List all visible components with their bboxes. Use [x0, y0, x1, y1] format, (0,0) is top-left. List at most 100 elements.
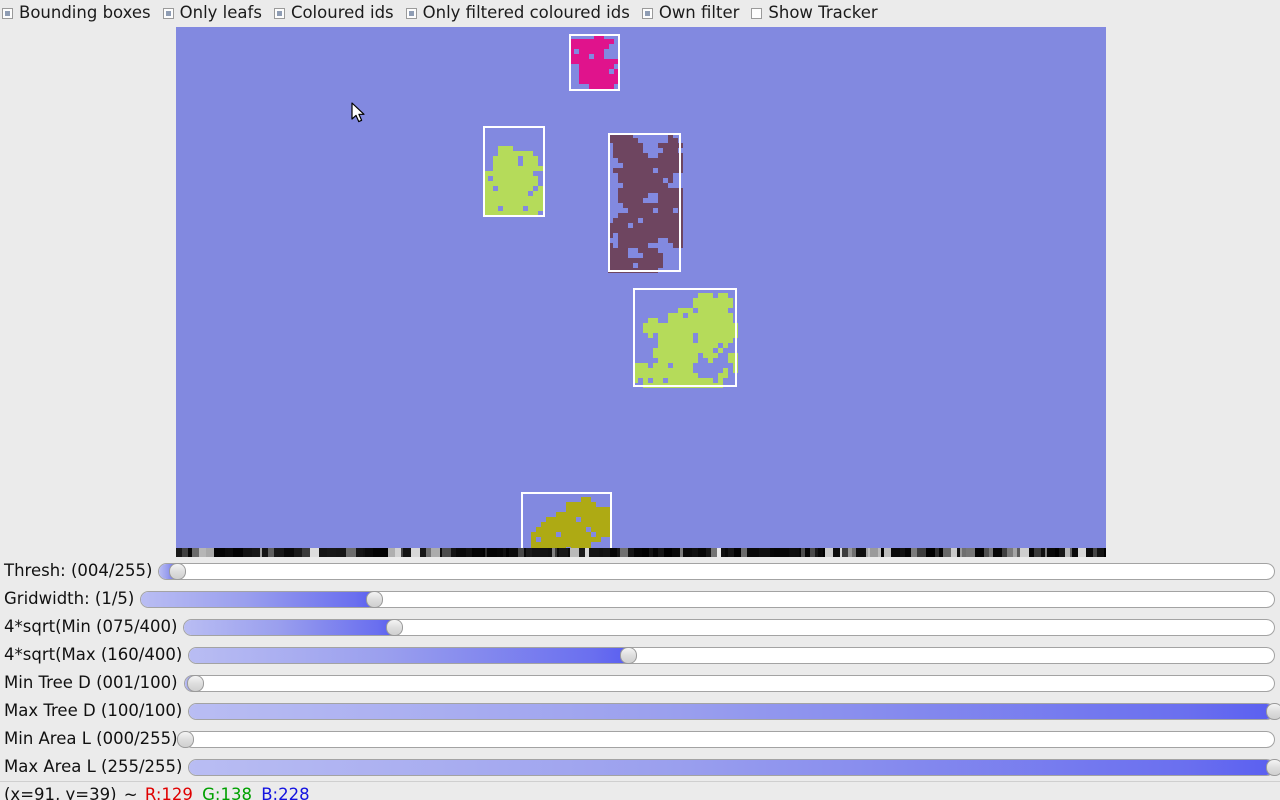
noise-segment	[388, 548, 395, 557]
noise-segment	[243, 548, 252, 557]
slider-gridwidth[interactable]	[140, 590, 1275, 608]
slider-min-tree-d[interactable]	[183, 674, 1275, 692]
noise-segment	[926, 548, 935, 557]
noise-segment	[252, 548, 260, 557]
slider-thumb[interactable]	[1266, 758, 1280, 776]
checkbox-label: Only leafs	[179, 3, 262, 23]
checkbox-show-tracker[interactable]: Show Tracker	[751, 0, 878, 27]
pixel-green-value: G:138	[202, 784, 252, 800]
slider-thumb[interactable]	[385, 618, 403, 636]
noise-segment	[884, 548, 891, 557]
checkbox-indicator-icon[interactable]	[162, 8, 174, 19]
noise-segment	[749, 548, 759, 557]
checkbox-indicator-icon[interactable]	[641, 8, 653, 19]
checkbox-own-filter[interactable]: Own filter	[641, 0, 740, 27]
slider-thumb[interactable]	[169, 562, 187, 580]
slider-max-tree-d[interactable]	[188, 702, 1280, 720]
noise-segment	[603, 548, 610, 557]
noise-segment	[943, 548, 951, 557]
slider-thresh[interactable]	[158, 562, 1275, 580]
slider-row-gridwidth: Gridwidth: (1/5)	[0, 585, 1280, 613]
noise-segment	[570, 548, 579, 557]
noise-segment	[1078, 548, 1086, 557]
noise-segment	[327, 548, 336, 557]
slider-fill	[189, 647, 628, 663]
noise-segment	[442, 548, 451, 557]
checkbox-indicator-icon[interactable]	[751, 8, 763, 19]
checkbox-indicator-icon[interactable]	[2, 8, 13, 19]
noise-segment	[664, 548, 672, 557]
slider-row-max-area-l: Max Area L (255/255)	[0, 753, 1280, 781]
noise-segment	[610, 548, 617, 557]
noise-segment	[199, 548, 206, 557]
noise-segment	[206, 548, 214, 557]
checkbox-label: Only filtered coloured ids	[422, 3, 630, 23]
noise-segment	[380, 548, 388, 557]
slider-thumb[interactable]	[176, 730, 194, 748]
slider-label-thresh: Thresh: (004/255)	[4, 560, 153, 580]
checkbox-label: Coloured ids	[290, 3, 394, 23]
image-canvas[interactable]	[176, 27, 1106, 557]
slider-thumb[interactable]	[619, 646, 637, 664]
checkbox-indicator-icon[interactable]	[273, 8, 285, 19]
blob-purple-blob	[608, 133, 683, 273]
checkbox-coloured-ids[interactable]: Coloured ids	[273, 0, 394, 27]
slider-fill	[141, 591, 374, 607]
noise-segment	[1047, 548, 1055, 557]
noise-segment	[917, 548, 926, 557]
noise-segment	[284, 548, 294, 557]
checkbox-indicator-icon[interactable]	[405, 8, 417, 19]
slider-max-4sqrt[interactable]	[188, 646, 1275, 664]
noise-segment	[336, 548, 346, 557]
noise-segment	[833, 548, 840, 557]
slider-row-min-area-l: Min Area L (000/255)	[0, 725, 1280, 753]
pixel-blue-value: B:228	[261, 784, 310, 800]
slider-label-max-area-l: Max Area L (255/255)	[4, 756, 183, 776]
noise-segment	[365, 548, 373, 557]
noise-segment	[214, 548, 221, 557]
slider-max-area-l[interactable]	[188, 758, 1280, 776]
noise-segment	[672, 548, 680, 557]
slider-label-min-4sqrt: 4*sqrt(Min (075/400)	[4, 616, 178, 636]
noise-segment	[1086, 548, 1093, 557]
checkbox-bounding-boxes[interactable]: Bounding boxes	[2, 0, 151, 27]
slider-thumb[interactable]	[187, 674, 205, 692]
noise-segment	[233, 548, 243, 557]
slider-fill	[189, 703, 1274, 719]
blob-green-blob-center	[633, 293, 738, 388]
slider-label-min-area-l: Min Area L (000/255)	[4, 728, 178, 748]
noise-segment	[870, 548, 878, 557]
noise-segment	[356, 548, 363, 557]
checkbox-label: Show Tracker	[768, 3, 878, 23]
slider-row-min-tree-d: Min Tree D (001/100)	[0, 669, 1280, 697]
slider-fill	[184, 619, 394, 635]
noise-segment	[192, 548, 199, 557]
slider-min-area-l[interactable]	[176, 730, 1275, 748]
noise-segment	[319, 548, 327, 557]
noise-segment	[294, 548, 302, 557]
parameter-sliders: Thresh: (004/255) Gridwidth: (1/5) 4*sqrt(…	[0, 557, 1280, 781]
slider-thumb[interactable]	[1266, 702, 1280, 720]
noise-segment	[474, 548, 483, 557]
slider-label-max-tree-d: Max Tree D (100/100)	[4, 700, 183, 720]
slider-label-gridwidth: Gridwidth: (1/5)	[4, 588, 135, 608]
checkbox-label: Own filter	[658, 3, 740, 23]
noise-segment	[1034, 548, 1041, 557]
application-window: Bounding boxes Only leafs Coloured ids Only…	[0, 0, 1280, 800]
noise-strip	[176, 548, 1106, 557]
noise-segment	[346, 548, 356, 557]
slider-row-max-4sqrt: 4*sqrt(Max (160/400)	[0, 641, 1280, 669]
slider-thumb[interactable]	[365, 590, 383, 608]
noise-segment	[734, 548, 741, 557]
options-toolbar: Bounding boxes Only leafs Coloured ids Only…	[0, 0, 1280, 27]
checkbox-only-leafs[interactable]: Only leafs	[162, 0, 262, 27]
noise-segment	[540, 548, 548, 557]
slider-min-4sqrt[interactable]	[183, 618, 1275, 636]
noise-segment	[302, 548, 310, 557]
slider-row-min-4sqrt: 4*sqrt(Min (075/400)	[0, 613, 1280, 641]
noise-segment	[411, 548, 420, 557]
noise-segment	[966, 548, 975, 557]
cursor-coordinates: (x=91, y=39)	[4, 784, 117, 800]
noise-segment	[403, 548, 411, 557]
checkbox-only-filtered-coloured-ids[interactable]: Only filtered coloured ids	[405, 0, 630, 27]
